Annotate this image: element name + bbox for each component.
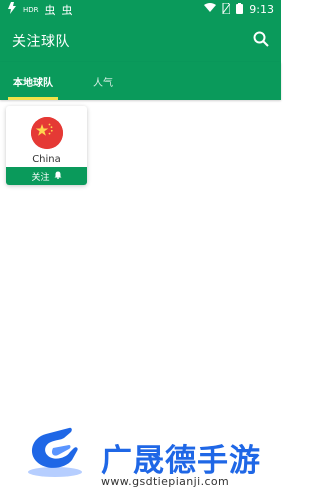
team-card-china[interactable]: China 关注: [6, 106, 87, 185]
bolt-icon: [7, 2, 17, 17]
bell-icon: [54, 171, 62, 182]
tab-local-teams[interactable]: 本地球队: [8, 62, 58, 100]
hdr-badge: HDR: [23, 5, 39, 14]
status-glyph-1: 虫: [44, 3, 56, 17]
tab-indicator: [8, 97, 58, 100]
watermark-banner: 广晟德手游 www.gsdtiepianji.com: [17, 418, 281, 500]
watermark-url: www.gsdtiepianji.com: [101, 475, 230, 488]
search-icon[interactable]: [253, 31, 269, 51]
china-flag-icon: [31, 117, 63, 149]
status-time: 9:13: [249, 3, 274, 16]
tab-popularity[interactable]: 人气: [84, 62, 122, 100]
brand-logo-icon: [24, 426, 84, 478]
tab-bar: 本地球队 人气: [0, 62, 281, 100]
watermark-title: 广晟德手游: [101, 443, 261, 479]
status-bar: HDR 虫 虫 9:13: [0, 0, 281, 19]
battery-icon: [236, 2, 244, 17]
status-right: 9:13: [204, 2, 274, 17]
follow-label: 关注: [31, 172, 50, 183]
app-bar: 关注球队: [0, 19, 281, 62]
follow-button[interactable]: 关注: [6, 167, 87, 185]
team-name: China: [32, 154, 61, 165]
sim-icon: [222, 2, 231, 17]
wifi-icon: [204, 3, 217, 16]
status-left: HDR 虫 虫: [7, 2, 73, 18]
page-title: 关注球队: [12, 33, 70, 50]
status-glyph-2: 虫: [61, 3, 73, 17]
